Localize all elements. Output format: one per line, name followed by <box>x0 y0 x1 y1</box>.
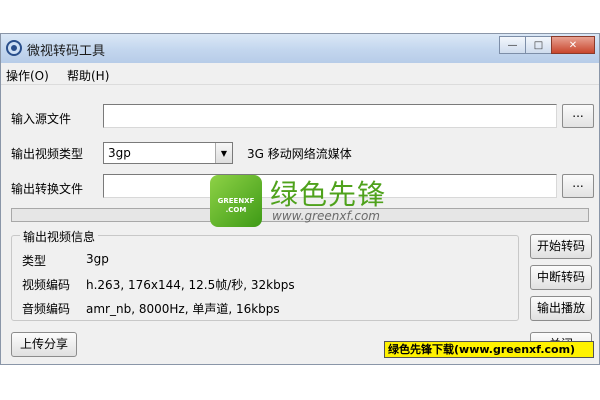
output-info-group: 输出视频信息 类型 3gp 视频编码 h.263, 176x144, 12.5帧… <box>11 228 519 321</box>
output-type-description: 3G 移动网络流媒体 <box>247 147 352 161</box>
window-controls: — □ ✕ <box>499 36 595 54</box>
output-info-title: 输出视频信息 <box>20 228 99 245</box>
watermark-url: www.greenxf.com <box>272 209 380 223</box>
watermark: GREENXF .COM 绿色先锋 www.greenxf.com <box>206 175 406 235</box>
output-type-select[interactable]: 3gp ▼ <box>103 142 233 164</box>
minimize-button[interactable]: — <box>499 36 526 54</box>
info-type-value: 3gp <box>86 252 109 266</box>
info-audio-value: amr_nb, 8000Hz, 单声道, 16kbps <box>86 302 280 316</box>
download-banner: 绿色先锋下载(www.greenxf.com) <box>384 341 594 358</box>
info-video-label: 视频编码 <box>22 278 71 292</box>
greenxf-logo-icon: GREENXF .COM <box>210 175 262 227</box>
close-button[interactable]: ✕ <box>551 36 595 54</box>
output-type-label: 输出视频类型 <box>11 147 84 161</box>
app-icon <box>6 40 22 56</box>
window-title: 微视转码工具 <box>27 44 106 59</box>
browse-output-button[interactable]: ... <box>562 174 594 198</box>
play-output-button[interactable]: 输出播放 <box>530 296 592 321</box>
stop-convert-button[interactable]: 中断转码 <box>530 265 592 290</box>
output-type-value: 3gp <box>108 146 131 160</box>
output-file-label: 输出转换文件 <box>11 182 84 196</box>
info-audio-label: 音频编码 <box>22 302 71 316</box>
watermark-name: 绿色先锋 <box>270 178 387 211</box>
menu-help[interactable]: 帮助(H) <box>67 67 109 84</box>
logo-text-sub: .COM <box>225 206 247 214</box>
start-convert-button[interactable]: 开始转码 <box>530 234 592 259</box>
menu-bar: 操作(O) 帮助(H) <box>1 64 599 85</box>
browse-input-button[interactable]: ... <box>562 104 594 128</box>
title-bar[interactable]: 微视转码工具 — □ ✕ <box>1 34 599 63</box>
input-source-label: 输入源文件 <box>11 112 72 126</box>
chevron-down-icon[interactable]: ▼ <box>215 143 232 163</box>
app-window: 微视转码工具 — □ ✕ 操作(O) 帮助(H) 输入源文件 ... 输出视频类… <box>0 33 600 365</box>
maximize-button[interactable]: □ <box>525 36 552 54</box>
menu-operate[interactable]: 操作(O) <box>6 67 49 84</box>
info-video-value: h.263, 176x144, 12.5帧/秒, 32kbps <box>86 278 295 292</box>
info-type-label: 类型 <box>22 254 47 268</box>
input-source-field[interactable] <box>103 104 557 128</box>
logo-text: GREENXF <box>217 197 255 205</box>
upload-share-button[interactable]: 上传分享 <box>11 332 77 357</box>
